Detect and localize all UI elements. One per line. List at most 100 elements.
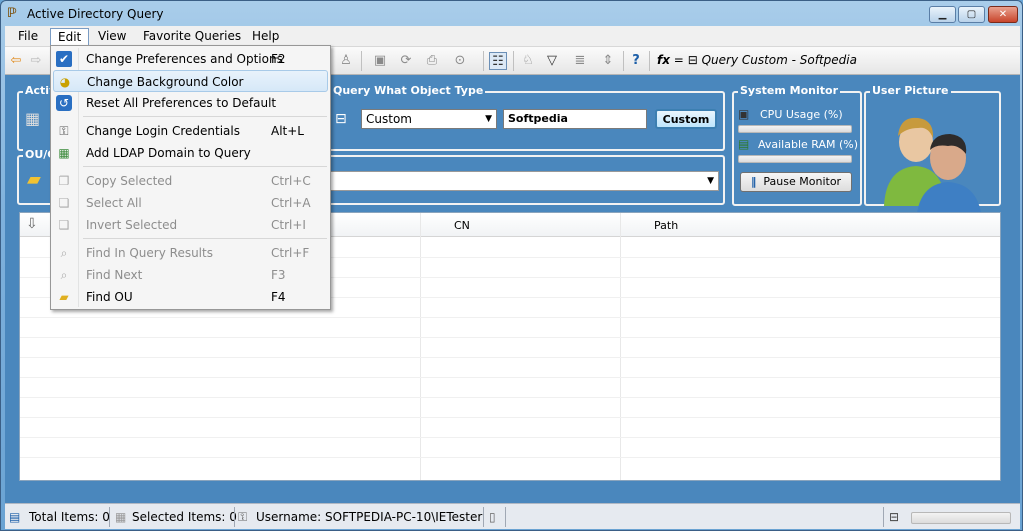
select-all-icon: ❏ xyxy=(58,196,70,210)
menu-view[interactable]: View xyxy=(91,28,133,46)
menu-item-add-ldap-domain[interactable]: ▦ Add LDAP Domain to Query xyxy=(53,142,328,164)
folder-icon: ▰ xyxy=(27,169,41,190)
menu-item-label: Reset All Preferences to Default xyxy=(86,96,277,110)
network-icon: ⊟ xyxy=(687,53,698,67)
status-separator xyxy=(109,507,110,527)
menu-item-change-login[interactable]: ⚿ Change Login Credentials Alt+L xyxy=(53,120,328,142)
query-legend: Query What Object Type xyxy=(331,84,486,97)
menu-item-shortcut: F3 xyxy=(271,268,286,282)
column-header-path[interactable]: Path xyxy=(654,219,678,232)
cpu-bar xyxy=(738,125,852,133)
cpu-label: CPU Usage (%) xyxy=(760,108,843,121)
ram-icon: ▤ xyxy=(738,137,750,151)
columns-icon[interactable]: ⇕ xyxy=(599,52,617,70)
network-icon: ⊟ xyxy=(335,111,347,127)
menu-item-find-ou[interactable]: ▰ Find OU F4 xyxy=(53,286,328,308)
tree-view-icon[interactable]: ☷ xyxy=(489,52,507,70)
row-line xyxy=(20,317,1000,318)
menu-item-label: Change Preferences and Options xyxy=(86,52,283,66)
progress-bar xyxy=(911,512,1011,524)
row-line xyxy=(20,377,1000,378)
selected-icon: ▦ xyxy=(115,510,127,524)
total-items: Total Items: 0 xyxy=(29,510,110,524)
query-label: Query Custom - Softpedia xyxy=(701,53,857,67)
pause-monitor-label: Pause Monitor xyxy=(763,175,842,188)
menu-item-copy-selected: ❐ Copy Selected Ctrl+C xyxy=(53,170,328,192)
pause-monitor-button[interactable]: ‖ Pause Monitor xyxy=(740,172,852,192)
palette-icon: ◕ xyxy=(59,75,71,89)
user-icon[interactable]: ♙ xyxy=(337,52,355,70)
key-icon: ⚿ xyxy=(59,124,69,138)
sort-down-icon[interactable]: ⇩ xyxy=(26,216,38,232)
toolbar-separator xyxy=(361,51,362,71)
status-separator xyxy=(234,507,235,527)
custom-button[interactable]: Custom xyxy=(655,109,717,129)
menu-item-shortcut: Alt+L xyxy=(271,124,304,138)
battery-icon: ▯ xyxy=(489,510,496,524)
print-icon[interactable]: ⎙ xyxy=(423,52,441,70)
list-icon: ▤ xyxy=(9,510,21,524)
ou-combo[interactable]: ▼ xyxy=(319,171,719,191)
menu-item-label: Find In Query Results xyxy=(86,246,213,260)
menu-item-change-background-color[interactable]: ◕ Change Background Color xyxy=(53,70,328,92)
find-next-icon: ⌕ xyxy=(60,268,68,282)
menu-item-label: Change Background Color xyxy=(87,75,244,89)
menu-item-reset-preferences[interactable]: ↺ Reset All Preferences to Default xyxy=(53,92,328,114)
toolbar-separator xyxy=(623,51,624,71)
menu-favorite-queries[interactable]: Favorite Queries xyxy=(136,28,248,46)
status-separator xyxy=(883,507,884,527)
back-icon[interactable]: ⇦ xyxy=(7,52,25,70)
object-type-select[interactable]: Custom ▼ xyxy=(361,109,497,129)
close-button[interactable]: ✕ xyxy=(988,6,1018,23)
selected-items: Selected Items: 0 xyxy=(132,510,237,524)
menu-edit[interactable]: Edit xyxy=(50,28,90,46)
edit-menu-dropdown: ✔ Change Preferences and Options F2 ◕ Ch… xyxy=(50,45,331,310)
menu-item-label: Add LDAP Domain to Query xyxy=(86,146,251,160)
maximize-button[interactable]: ▢ xyxy=(958,6,985,23)
ram-label: Available RAM (%) xyxy=(758,138,859,151)
find-user-icon[interactable]: ♘ xyxy=(519,52,537,70)
menu-item-label: Invert Selected xyxy=(86,218,178,232)
cpu-icon: ▣ xyxy=(738,107,750,121)
settings-icon[interactable]: ⊙ xyxy=(451,52,469,70)
toolbar-separator xyxy=(483,51,484,71)
chevron-down-icon: ▼ xyxy=(485,114,492,124)
filter-icon[interactable]: ▽ xyxy=(543,52,561,70)
menu-item-label: Select All xyxy=(86,196,142,210)
window-title: Active Directory Query xyxy=(27,7,164,21)
chevron-down-icon: ▼ xyxy=(707,176,714,186)
folder-icon: ▰ xyxy=(59,290,69,304)
column-header-cn[interactable]: CN xyxy=(454,219,470,232)
menu-file[interactable]: File xyxy=(11,28,45,46)
menu-item-shortcut: Ctrl+A xyxy=(271,196,311,210)
username: Username: SOFTPEDIA-PC-10\IETester xyxy=(256,510,483,524)
export-icon[interactable]: ▣ xyxy=(371,52,389,70)
refresh-icon[interactable]: ⟳ xyxy=(397,52,415,70)
query-text-input[interactable]: Softpedia xyxy=(503,109,647,129)
app-window: ℙ Active Directory Query ▁ ▢ ✕ File Edit… xyxy=(0,0,1023,531)
query-group: Query What Object Type ⊟ Custom ▼ Softped… xyxy=(327,84,725,151)
row-line xyxy=(20,457,1000,458)
menu-item-shortcut: Ctrl+I xyxy=(271,218,306,232)
monitor-legend: System Monitor xyxy=(738,84,840,97)
help-icon[interactable]: ? xyxy=(627,52,645,70)
status-bar: ▤ Total Items: 0 ▦ Selected Items: 0 ⚿ U… xyxy=(5,503,1020,529)
menu-item-find-next: ⌕ Find Next F3 xyxy=(53,264,328,286)
menu-item-change-preferences[interactable]: ✔ Change Preferences and Options F2 xyxy=(53,48,328,70)
menu-item-select-all: ❏ Select All Ctrl+A xyxy=(53,192,328,214)
menu-help[interactable]: Help xyxy=(245,28,286,46)
reset-icon: ↺ xyxy=(56,95,72,111)
menu-item-shortcut: F4 xyxy=(271,290,286,304)
minimize-button[interactable]: ▁ xyxy=(929,6,956,23)
title-bar: ℙ Active Directory Query ▁ ▢ ✕ xyxy=(1,1,1022,27)
equals-label: = xyxy=(673,53,684,67)
forward-icon[interactable]: ⇨ xyxy=(27,52,45,70)
list-icon[interactable]: ≣ xyxy=(571,52,589,70)
menu-item-shortcut: Ctrl+F xyxy=(271,246,310,260)
row-line xyxy=(20,397,1000,398)
menu-item-invert-selected: ❑ Invert Selected Ctrl+I xyxy=(53,214,328,236)
menu-separator xyxy=(83,116,327,117)
status-separator xyxy=(483,507,484,527)
menu-item-find-in-results: ⌕ Find In Query Results Ctrl+F xyxy=(53,242,328,264)
fx-label: fx xyxy=(657,53,670,67)
